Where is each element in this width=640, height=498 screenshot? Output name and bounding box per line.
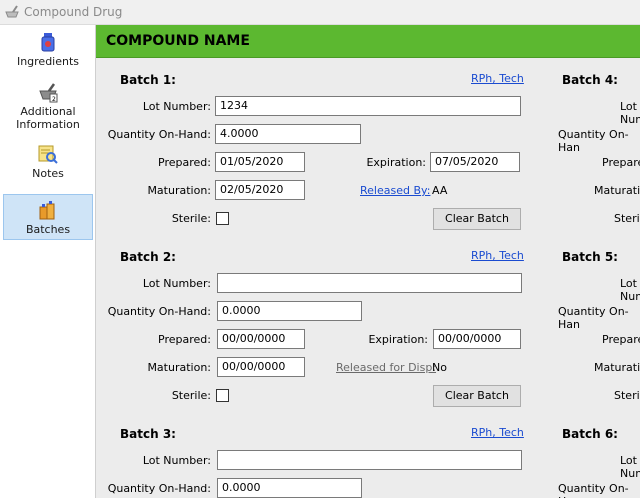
batch-1-maturation-label: Maturation: [147,184,211,197]
batch-1-quantity-label: Quantity On-Hand: [107,128,211,141]
batch-1-maturation-input[interactable]: 02/05/2020 [215,180,305,200]
batch-1-prepared-label: Prepared: [158,156,211,169]
batch-1-expiration-label: Expiration: [366,156,426,169]
sidebar-item-label: Ingredients [16,55,80,68]
batch-3-title: Batch 3: [120,427,176,441]
mortar-pestle-icon: 2 [37,81,59,103]
batch-5-maturation-label: Maturatio [594,361,640,374]
batch-1-released-by-value: AA [432,184,448,197]
batch-6-quantity-label: Quantity On-Han [558,482,629,498]
batch-5-prepared-label: Prepare [602,333,640,346]
batch-2-sterile-checkbox[interactable] [216,389,229,402]
sidebar: Ingredients 2 Additional Information Not… [0,25,96,498]
batch-2-released-for-disp-value: No [432,361,447,374]
batch-1-expiration-input[interactable]: 07/05/2020 [430,152,520,172]
sidebar-item-label: Batches [25,223,71,236]
sidebar-item-label: Notes [32,167,64,180]
batch-1-released-by-link[interactable]: Released By: [360,184,430,197]
sidebar-item-label: Additional Information [16,105,80,131]
batches-panel: Batch 1: RPh, Tech Lot Number: 1234 Quan… [96,58,640,498]
batch-2-lot-input[interactable] [217,273,522,293]
sidebar-item-ingredients[interactable]: Ingredients [3,31,93,75]
notes-magnifier-icon [37,143,59,165]
batch-2-expiration-input[interactable]: 00/00/0000 [433,329,521,349]
batch-1-sterile-label: Sterile: [171,212,211,225]
batch-2-prepared-input[interactable]: 00/00/0000 [217,329,305,349]
batch-2-released-for-disp-link[interactable]: Released for Disp: [336,361,436,374]
ingredients-bottle-icon [37,31,59,53]
batch-4-title: Batch 4: [562,73,618,87]
batch-1-lot-input[interactable]: 1234 [215,96,521,116]
batch-1-rph-tech-link[interactable]: RPh, Tech [471,72,524,85]
batch-2-prepared-label: Prepared: [158,333,211,346]
batch-6-title: Batch 6: [562,427,618,441]
batch-2-lot-label: Lot Number: [142,277,211,290]
batch-2-sterile-label: Sterile: [171,389,211,402]
batch-4-lot-label: Lot Numbe [620,100,640,126]
batch-2-quantity-label: Quantity On-Hand: [107,305,211,318]
window-titlebar: Compound Drug [0,0,640,25]
batch-3-lot-input[interactable] [217,450,522,470]
batch-4-prepared-label: Prepare [602,156,640,169]
batch-3-quantity-label: Quantity On-Hand: [107,482,211,495]
batch-2-maturation-input[interactable]: 00/00/0000 [217,357,305,377]
batch-1-quantity-input[interactable]: 4.0000 [215,124,361,144]
sidebar-item-notes[interactable]: Notes [3,143,93,185]
batch-1-clear-button[interactable]: Clear Batch [433,208,521,230]
batch-2-clear-button[interactable]: Clear Batch [433,385,521,407]
batch-4-maturation-label: Maturatio [594,184,640,197]
batch-2-expiration-label: Expiration: [368,333,428,346]
svg-text:2: 2 [52,96,56,103]
batch-6-lot-label: Lot Numbe [620,454,640,480]
batch-3-rph-tech-link[interactable]: RPh, Tech [471,426,524,439]
compound-name: COMPOUND NAME [106,33,250,49]
sidebar-item-batches[interactable]: Batches [3,194,93,240]
sidebar-item-additional-information[interactable]: 2 Additional Information [3,81,93,133]
batch-5-lot-label: Lot Numbe [620,277,640,303]
batch-2-quantity-input[interactable]: 0.0000 [217,301,362,321]
batch-1-prepared-input[interactable]: 01/05/2020 [215,152,305,172]
batch-4-sterile-label: Sterile [614,212,640,225]
batch-3-lot-label: Lot Number: [142,454,211,467]
window-title: Compound Drug [24,5,123,19]
mortar-pestle-icon [4,4,20,20]
batch-1-sterile-checkbox[interactable] [216,212,229,225]
batch-1-lot-label: Lot Number: [142,100,211,113]
batch-2-maturation-label: Maturation: [147,361,211,374]
batch-4-quantity-label: Quantity On-Han [558,128,629,154]
batch-5-sterile-label: Sterile [614,389,640,402]
batch-2-rph-tech-link[interactable]: RPh, Tech [471,249,524,262]
compound-header: COMPOUND NAME [96,25,640,58]
batch-3-quantity-input[interactable]: 0.0000 [217,478,362,498]
batches-bottles-icon [37,199,59,221]
batch-5-title: Batch 5: [562,250,618,264]
batch-5-quantity-label: Quantity On-Han [558,305,629,331]
batch-1-title: Batch 1: [120,73,176,87]
batch-2-title: Batch 2: [120,250,176,264]
